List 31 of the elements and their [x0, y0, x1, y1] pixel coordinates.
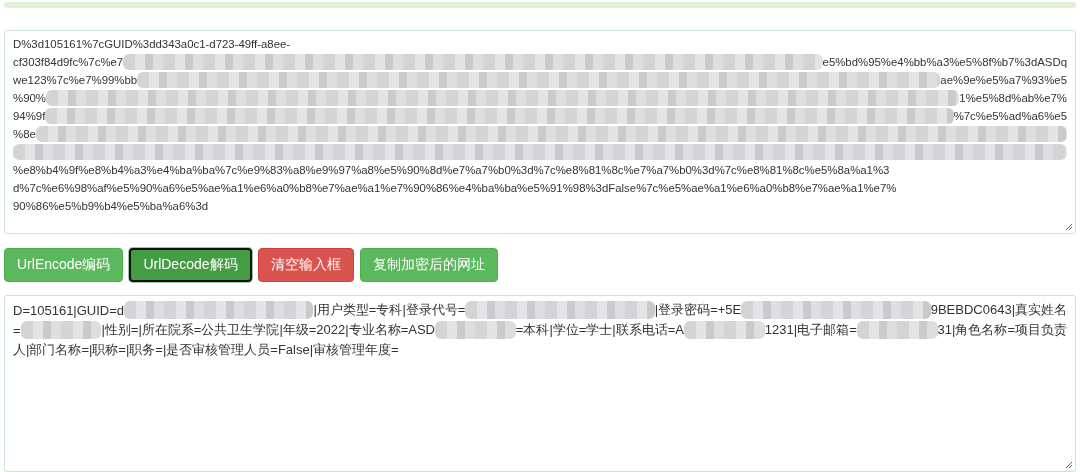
- action-button[interactable]: 清空输入框: [257, 248, 354, 282]
- resize-grip-icon[interactable]: [1064, 222, 1073, 231]
- text-line: |性别=|所在院系=公共卫生学院|年级=2022|专业名称=ASD: [101, 321, 435, 339]
- text-line: %7c%e5%ad%a6%e5: [953, 110, 1067, 122]
- text-line: =本科|学位=学士|联系电话=A: [515, 321, 684, 339]
- text-line: |用户类型=专科|登录代号=: [313, 301, 466, 319]
- text-line: 90%86%e5%b9%b4%e5%ba%a6%3d: [13, 200, 209, 212]
- text-line: |登录密码=+5E: [654, 301, 742, 319]
- text-line: cf303f84d9fc%7c%e7: [13, 56, 124, 68]
- text-line: %e8%b4%9f%e8%b4%a3%e4%ba%ba%7c%e9%83%a8%e9%97%a8%e5%90%8d%e7%a7%b0%3d%7c%e8%81%8c%e7%a7%b0%3d%7c%e8%81%8c%e5%8a%a1%3: [13, 164, 890, 176]
- text-line: ae%9e%e5%a7%93%e5: [940, 74, 1067, 86]
- text-line: 人|部门名称=|职称=|职务=|是否审核管理人员=False|审核管理年度=: [13, 341, 399, 359]
- text-line: %8e: [13, 128, 36, 140]
- text-line: 1%e5%8d%ab%e7%: [959, 92, 1067, 104]
- resize-grip-icon[interactable]: [1064, 460, 1073, 469]
- text-line: D%3d105161%7cGUID%3dd343a0c1-d723-49ff-a8ee-: [13, 38, 291, 50]
- text-line: =: [13, 322, 21, 338]
- text-line: 1231|电子邮箱=: [764, 321, 857, 339]
- text-line: 31|角色名称=项目负责: [937, 321, 1068, 339]
- text-line: e5%bd%95%e4%bb%a3%e5%8f%b7%3dASDq: [822, 56, 1067, 68]
- action-button[interactable]: UrlDecode解码: [129, 248, 252, 282]
- output-field[interactable]: D=105161|GUID=d |用户类型=专科|登录代号= |登录密码=+5E 9BEBDC0643|真实姓名 = |性别=|所在院系=公共卫生学院|年级=2022|专业名称=ASD =本科|学位=学士|联系电话=A 1231|电子邮箱= 31|角色名称=项目负责 人|部门名称=|职称=|职务=|是否审核管理人员=False|审核管理年度=: [4, 295, 1076, 472]
- text-line: D=105161|GUID=d: [13, 302, 125, 318]
- input-field[interactable]: [4, 30, 1076, 234]
- action-button[interactable]: UrlEncode编码: [4, 248, 124, 282]
- text-line: %90%: [13, 92, 46, 104]
- text-line: 9BEBDC0643|真实姓名: [930, 301, 1067, 319]
- text-line: d%7c%e6%98%af%e5%90%a6%e5%ae%a1%e6%a0%b8%e7%ae%a1%e7%90%86%e4%ba%ba%e5%91%98%3dFalse%7c%e5%ae%a1%e6%a0%b8%e7%ae%a1%e7%: [13, 182, 897, 194]
- action-button[interactable]: 复制加密后的网址: [359, 248, 498, 282]
- text-line: 94%9f: [13, 110, 46, 122]
- text-line: we123%7c%e7%99%bb: [13, 74, 138, 86]
